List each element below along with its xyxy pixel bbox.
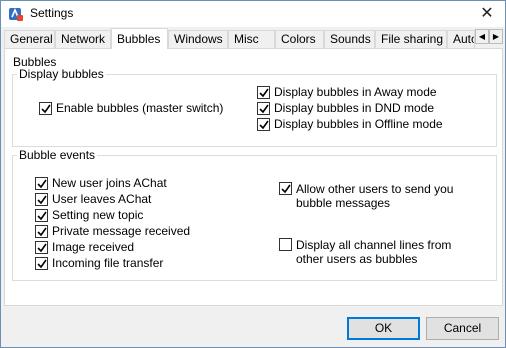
enable-bubbles-checkbox[interactable]: Enable bubbles (master switch) — [39, 102, 223, 116]
checkbox-box — [35, 177, 48, 190]
tab-scroll-right-icon[interactable]: ▶ — [489, 29, 503, 44]
checkbox-box — [279, 238, 292, 251]
tab-sounds[interactable]: Sounds — [324, 30, 375, 48]
checkbox-box — [35, 257, 48, 270]
checkbox-box — [35, 225, 48, 238]
user-joins-checkbox[interactable]: New user joins AChat — [35, 177, 167, 191]
checkbox-box — [35, 241, 48, 254]
user-leaves-checkbox[interactable]: User leaves AChat — [35, 193, 151, 207]
tab-network[interactable]: Network — [55, 30, 111, 48]
offline-mode-checkbox[interactable]: Display bubbles in Offline mode — [257, 118, 443, 132]
checkbox-box — [35, 209, 48, 222]
settings-window: Settings ✕ General Network Bubbles Windo… — [0, 0, 506, 348]
tab-auto[interactable]: Auto — [447, 30, 475, 48]
tab-misc[interactable]: Misc — [228, 30, 275, 48]
ok-button[interactable]: OK — [347, 317, 420, 340]
dialog-footer: OK Cancel — [1, 307, 505, 347]
away-mode-checkbox[interactable]: Display bubbles in Away mode — [257, 86, 437, 100]
tab-bubbles[interactable]: Bubbles — [111, 28, 168, 49]
cancel-button[interactable]: Cancel — [426, 317, 499, 340]
checkbox-box — [257, 118, 270, 131]
display-bubbles-group: Display bubbles Enable bubbles (master s… — [12, 67, 497, 147]
tab-file-sharing[interactable]: File sharing — [375, 30, 447, 48]
bubbles-panel: Bubbles Display bubbles Enable bubbles (… — [4, 48, 503, 306]
tab-general[interactable]: General — [4, 30, 55, 48]
allow-others-checkbox[interactable]: Allow other users to send you bubble mes… — [279, 182, 466, 210]
window-title: Settings — [30, 6, 74, 20]
tab-strip: General Network Bubbles Windows Misc Col… — [4, 28, 503, 49]
display-bubbles-title: Display bubbles — [17, 67, 106, 81]
all-channel-lines-checkbox[interactable]: Display all channel lines from other use… — [279, 238, 466, 266]
tab-windows[interactable]: Windows — [168, 30, 228, 48]
checkbox-box — [35, 193, 48, 206]
private-message-checkbox[interactable]: Private message received — [35, 225, 190, 239]
checkbox-box — [257, 102, 270, 115]
app-icon — [9, 7, 23, 21]
image-received-checkbox[interactable]: Image received — [35, 241, 134, 255]
tab-colors[interactable]: Colors — [275, 30, 324, 48]
bubble-events-group: Bubble events New user joins AChat User … — [12, 148, 497, 281]
new-topic-checkbox[interactable]: Setting new topic — [35, 209, 143, 223]
checkbox-box — [279, 182, 292, 195]
checkbox-box — [257, 86, 270, 99]
tab-scroll-left-icon[interactable]: ◀ — [475, 29, 489, 44]
file-transfer-checkbox[interactable]: Incoming file transfer — [35, 257, 163, 271]
dnd-mode-checkbox[interactable]: Display bubbles in DND mode — [257, 102, 434, 116]
close-icon[interactable]: ✕ — [469, 1, 505, 27]
title-bar: Settings ✕ — [1, 1, 505, 27]
bubble-events-title: Bubble events — [17, 148, 98, 162]
checkbox-box — [39, 102, 52, 115]
